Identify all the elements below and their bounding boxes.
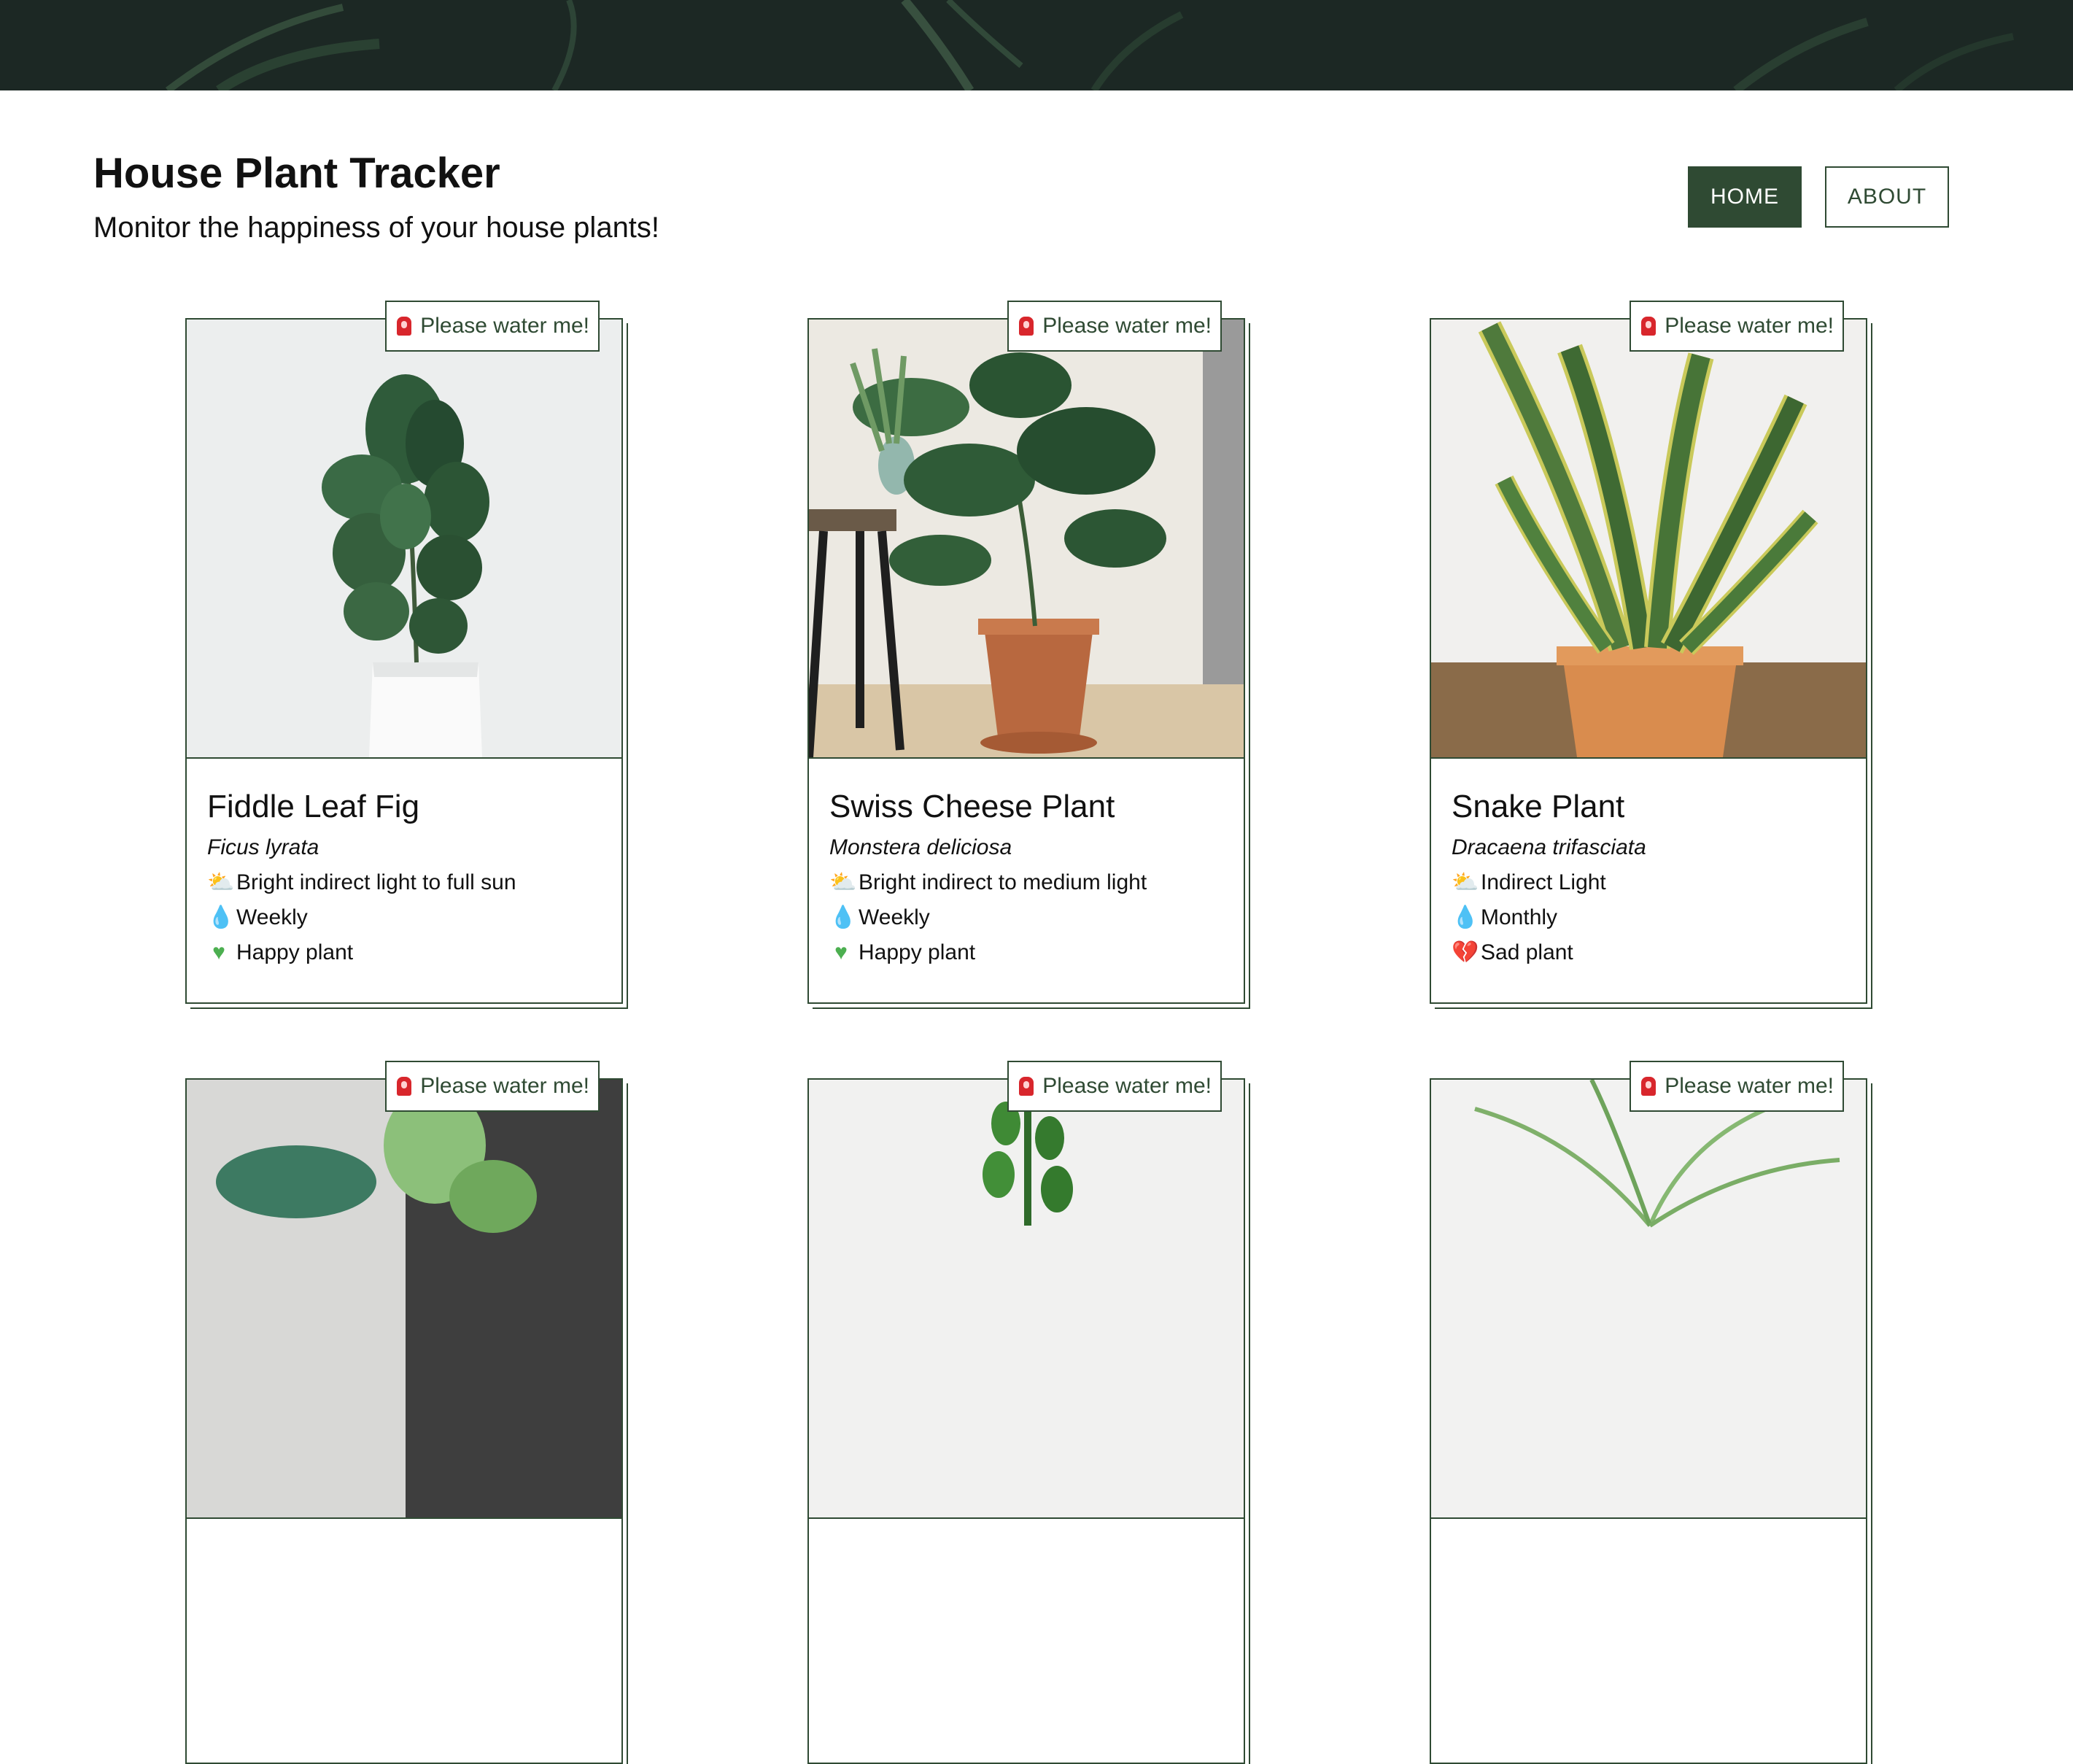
siren-icon [1641, 1077, 1657, 1096]
page-title: House Plant Tracker [93, 150, 500, 197]
water-alert-badge: Please water me! [1630, 301, 1844, 352]
page-header: House Plant Tracker Monitor the happines… [93, 143, 659, 251]
plant-photo [187, 1080, 621, 1519]
water-alert-label: Please water me! [1042, 314, 1212, 338]
main-nav: HOME ABOUT [1688, 166, 1949, 228]
green-heart-icon: ♥ [834, 940, 848, 964]
plant-photo [1431, 320, 1866, 759]
plant-info: Swiss Cheese Plant Monstera deliciosa ⛅ … [829, 784, 1147, 970]
plant-card[interactable]: Please water me! Snake Plant Dracaena tr… [1430, 301, 1867, 1004]
plant-name: Snake Plant [1452, 789, 1625, 824]
water-label: Monthly [1481, 905, 1558, 929]
siren-icon [397, 317, 412, 336]
water-alert-label: Please water me! [1042, 1074, 1212, 1098]
siren-icon [1641, 317, 1657, 336]
water-alert-label: Please water me! [420, 1074, 589, 1098]
droplet-icon: 💧 [829, 905, 857, 929]
plant-photo [1431, 1080, 1866, 1519]
mood-row: 💔 Sad plant [1452, 935, 1646, 970]
hero-banner [0, 0, 2073, 90]
water-alert-badge: Please water me! [1630, 1061, 1844, 1112]
plant-scientific-name: Ficus lyrata [207, 835, 319, 859]
page-subtitle: Monitor the happiness of your house plan… [93, 212, 660, 244]
water-label: Weekly [236, 905, 308, 929]
light-label: Bright indirect light to full sun [236, 870, 516, 894]
water-alert-badge: Please water me! [1007, 301, 1222, 352]
water-alert-badge: Please water me! [1007, 1061, 1222, 1112]
siren-icon [1019, 1077, 1034, 1096]
plant-photo [809, 320, 1244, 759]
plant-card[interactable]: Please water me! [807, 1061, 1245, 1764]
light-row: ⛅ Bright indirect to medium light [829, 865, 1147, 900]
droplet-icon: 💧 [207, 905, 235, 929]
home-button[interactable]: HOME [1688, 166, 1802, 228]
plant-photo [809, 1080, 1244, 1519]
water-alert-label: Please water me! [1665, 314, 1834, 338]
water-alert-badge: Please water me! [385, 1061, 600, 1112]
water-row: 💧 Weekly [207, 900, 516, 935]
mood-label: Sad plant [1481, 940, 1573, 964]
sun-behind-cloud-icon: ⛅ [829, 870, 857, 894]
siren-icon [397, 1077, 412, 1096]
mood-row: ♥ Happy plant [829, 935, 1147, 970]
light-label: Indirect Light [1481, 870, 1606, 894]
plant-card[interactable]: Please water me! [1430, 1061, 1867, 1764]
light-row: ⛅ Bright indirect light to full sun [207, 865, 516, 900]
plant-info: Fiddle Leaf Fig Ficus lyrata ⛅ Bright in… [207, 784, 516, 970]
water-alert-label: Please water me! [1665, 1074, 1834, 1098]
plant-name: Fiddle Leaf Fig [207, 789, 420, 824]
sun-behind-cloud-icon: ⛅ [207, 870, 235, 894]
water-row: 💧 Monthly [1452, 900, 1646, 935]
water-label: Weekly [859, 905, 930, 929]
plant-name: Swiss Cheese Plant [829, 789, 1115, 824]
siren-icon [1019, 317, 1034, 336]
water-alert-label: Please water me! [420, 314, 589, 338]
plant-photo [187, 320, 621, 759]
plant-card[interactable]: Please water me! [185, 1061, 623, 1764]
plant-scientific-name: Dracaena trifasciata [1452, 835, 1646, 859]
sun-behind-cloud-icon: ⛅ [1452, 870, 1479, 894]
green-heart-icon: ♥ [212, 940, 225, 964]
light-row: ⛅ Indirect Light [1452, 865, 1646, 900]
mood-label: Happy plant [236, 940, 354, 964]
water-alert-badge: Please water me! [385, 301, 600, 352]
water-row: 💧 Weekly [829, 900, 1147, 935]
droplet-icon: 💧 [1452, 905, 1479, 929]
plant-card[interactable]: Please water me! Fiddle Leaf Fig Ficus l… [185, 301, 623, 1004]
light-label: Bright indirect to medium light [859, 870, 1147, 894]
broken-heart-icon: 💔 [1452, 940, 1479, 964]
plant-scientific-name: Monstera deliciosa [829, 835, 1012, 859]
about-button[interactable]: ABOUT [1825, 166, 1949, 228]
mood-row: ♥ Happy plant [207, 935, 516, 970]
plant-card[interactable]: Please water me! Swiss Cheese Plant Mons… [807, 301, 1245, 1004]
mood-label: Happy plant [859, 940, 976, 964]
plant-info: Snake Plant Dracaena trifasciata ⛅ Indir… [1452, 784, 1646, 970]
